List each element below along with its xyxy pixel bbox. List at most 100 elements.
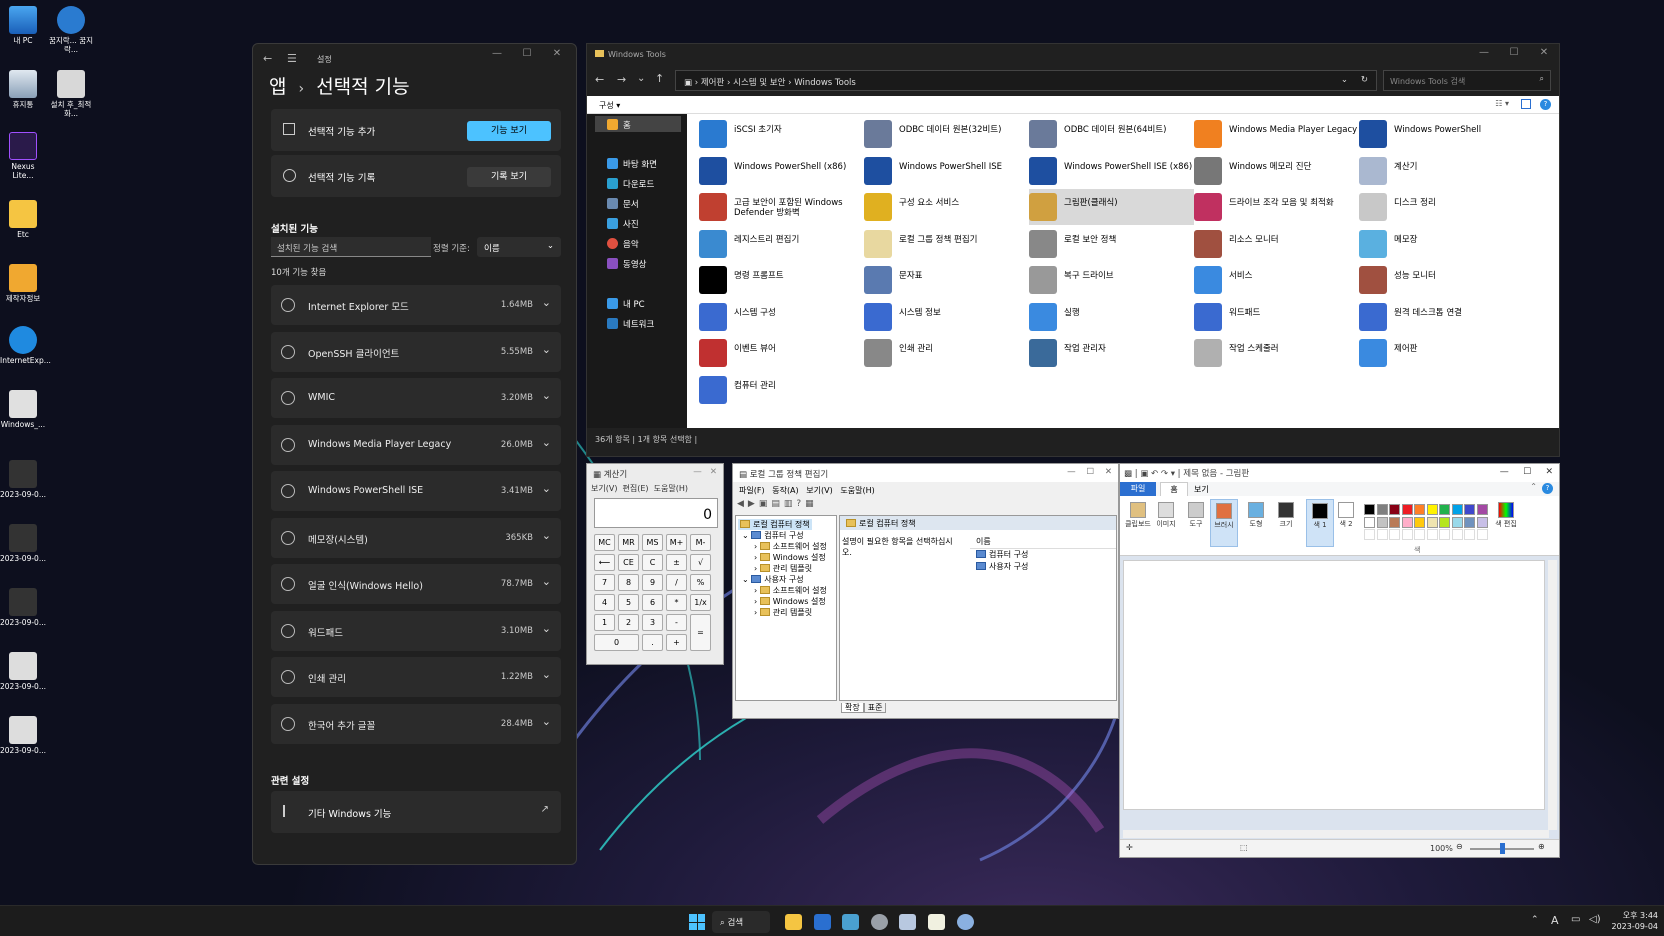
- explorer-taskbar-icon[interactable]: [814, 914, 831, 930]
- close-button[interactable]: ✕: [710, 467, 717, 477]
- minimize-button[interactable]: —: [1469, 47, 1499, 58]
- palette-swatch[interactable]: [1464, 504, 1475, 515]
- calculator-taskbar-icon[interactable]: [899, 914, 916, 930]
- breadcrumb-parent[interactable]: 앱: [269, 76, 286, 98]
- close-button[interactable]: ✕: [1545, 467, 1553, 477]
- feature-row[interactable]: 얼굴 인식(Windows Hello) 78.7MB ⌄: [271, 564, 561, 604]
- desktop-icon-author-info[interactable]: 제작자정보: [0, 264, 46, 303]
- desktop-icon-nexus-lite[interactable]: Nexus Lite...: [0, 132, 46, 180]
- calc-key[interactable]: 7: [594, 574, 615, 591]
- tool-item[interactable]: 로컬 보안 정책: [1029, 226, 1194, 262]
- sort-dropdown[interactable]: 이름 ⌄: [477, 237, 561, 257]
- tool-item[interactable]: 복구 드라이브: [1029, 262, 1194, 298]
- tool-item[interactable]: 리소스 모니터: [1194, 226, 1359, 262]
- calc-key[interactable]: M+: [666, 534, 687, 551]
- nav-network[interactable]: 네트워크: [607, 318, 654, 330]
- custom-color-slot[interactable]: [1376, 529, 1388, 540]
- palette-swatch[interactable]: [1414, 516, 1425, 528]
- nav-videos[interactable]: 동영상: [607, 258, 646, 270]
- save-icon[interactable]: ▣: [1140, 469, 1148, 479]
- palette-swatch[interactable]: [1451, 516, 1463, 528]
- palette-swatch[interactable]: [1426, 516, 1438, 528]
- calc-key[interactable]: 3: [642, 614, 663, 631]
- calc-key[interactable]: 8: [618, 574, 639, 591]
- installed-search-input[interactable]: 설치된 기능 검색: [271, 237, 431, 257]
- palette-swatch[interactable]: [1364, 504, 1375, 515]
- related-windows-features[interactable]: 기타 Windows 기능 ↗: [271, 791, 561, 833]
- up-arrow-icon[interactable]: ↑: [655, 72, 664, 85]
- zoom-out-button[interactable]: ⊖: [1456, 842, 1463, 851]
- ribbon-group[interactable]: 클립보드: [1124, 499, 1152, 528]
- calc-key[interactable]: /: [666, 574, 687, 591]
- tree-user-config[interactable]: ⌄ 사용자 구성: [742, 574, 804, 585]
- calc-key[interactable]: C: [642, 554, 663, 571]
- filter-icon[interactable]: ▦: [805, 499, 818, 509]
- chevron-down-icon[interactable]: ⌄: [542, 622, 551, 635]
- tree-root[interactable]: 로컬 컴퓨터 정책: [738, 519, 812, 530]
- custom-color-slot[interactable]: [1389, 529, 1400, 540]
- collapse-ribbon-icon[interactable]: ⌃: [1530, 482, 1537, 491]
- calc-key[interactable]: +: [666, 634, 687, 651]
- ribbon-group[interactable]: 도형: [1242, 499, 1270, 528]
- tree-cc-windows[interactable]: › Windows 설정: [754, 552, 826, 563]
- tool-item[interactable]: 이벤트 뷰어: [699, 335, 864, 371]
- nav-downloads[interactable]: 다운로드: [607, 178, 654, 190]
- hamburger-menu-icon[interactable]: ☰: [287, 52, 297, 65]
- feature-row[interactable]: OpenSSH 클라이언트 5.55MB ⌄: [271, 331, 561, 372]
- minimize-button[interactable]: —: [693, 467, 702, 477]
- tool-item[interactable]: 실행: [1029, 299, 1194, 335]
- tool-item[interactable]: Windows PowerShell (x86): [699, 153, 864, 189]
- tab-home[interactable]: 홈: [1160, 482, 1188, 496]
- nav-pictures[interactable]: 사진: [607, 218, 639, 230]
- start-button[interactable]: [689, 914, 705, 930]
- tab-standard[interactable]: 표준: [863, 703, 887, 713]
- calc-key[interactable]: 6: [642, 594, 663, 611]
- palette-swatch[interactable]: [1451, 504, 1463, 515]
- custom-color-slot[interactable]: [1476, 529, 1488, 540]
- calc-key[interactable]: MC: [594, 534, 615, 551]
- tool-item[interactable]: 그림판(클래식): [1029, 189, 1194, 225]
- custom-color-slot[interactable]: [1426, 529, 1438, 540]
- menu-edit[interactable]: 편집(E): [623, 484, 649, 493]
- nav-this-pc[interactable]: 내 PC: [607, 298, 645, 310]
- calc-key[interactable]: .: [642, 634, 663, 651]
- tree-uc-templates[interactable]: › 관리 템플릿: [754, 607, 812, 618]
- calc-key[interactable]: 4: [594, 594, 615, 611]
- tool-item[interactable]: 원격 데스크톱 연결: [1359, 299, 1524, 335]
- close-button[interactable]: ✕: [542, 48, 572, 59]
- vertical-scrollbar[interactable]: [1548, 560, 1557, 830]
- ribbon-group[interactable]: 브러시: [1210, 499, 1238, 547]
- tray-overflow-icon[interactable]: ⌃: [1531, 915, 1539, 925]
- maximize-button[interactable]: ☐: [1086, 467, 1094, 477]
- calc-key[interactable]: 2: [618, 614, 639, 631]
- tool-item[interactable]: 컴퓨터 관리: [699, 372, 864, 408]
- detail-item-user[interactable]: 사용자 구성: [976, 561, 1028, 572]
- path-segment[interactable]: Windows Tools: [794, 78, 856, 88]
- desktop-icon-internet-explorer[interactable]: InternetExp...: [0, 326, 51, 365]
- calc-key[interactable]: 9: [642, 574, 663, 591]
- chevron-down-icon[interactable]: ⌄: [542, 529, 551, 542]
- desktop-icon-screenshot-5[interactable]: 2023-09-0...: [0, 716, 46, 755]
- custom-color-slot[interactable]: [1414, 529, 1425, 540]
- palette-swatch[interactable]: [1376, 504, 1388, 515]
- tool-item[interactable]: Windows PowerShell: [1359, 116, 1524, 152]
- chevron-down-icon[interactable]: ⌄: [542, 715, 551, 728]
- tab-view[interactable]: 보기: [1194, 484, 1209, 495]
- chevron-down-icon[interactable]: ⌄: [542, 296, 551, 309]
- tool-item[interactable]: 명령 프롬프트: [699, 262, 864, 298]
- tool-item[interactable]: 계산기: [1359, 153, 1524, 189]
- clock[interactable]: 오후 3:44 2023-09-04: [1608, 910, 1659, 932]
- palette-swatch[interactable]: [1476, 504, 1488, 515]
- chevron-down-icon[interactable]: ⌄: [542, 575, 551, 588]
- calc-key[interactable]: CE: [618, 554, 639, 571]
- tool-item[interactable]: Windows 메모리 진단: [1194, 153, 1359, 189]
- menu-view[interactable]: 보기(V): [591, 484, 617, 493]
- chevron-down-icon[interactable]: ⌄: [542, 668, 551, 681]
- tool-item[interactable]: 서비스: [1194, 262, 1359, 298]
- chevron-down-icon[interactable]: ⌄: [542, 389, 551, 402]
- back-arrow-icon[interactable]: ←: [595, 73, 604, 86]
- nav-desktop[interactable]: 바탕 화면: [607, 158, 657, 170]
- file-explorer-icon[interactable]: [785, 914, 802, 930]
- feature-row[interactable]: 한국어 추가 글꼴 28.4MB ⌄: [271, 703, 561, 744]
- desktop-icon-shortcut[interactable]: 꿈지락... 꿈지락...: [48, 6, 94, 54]
